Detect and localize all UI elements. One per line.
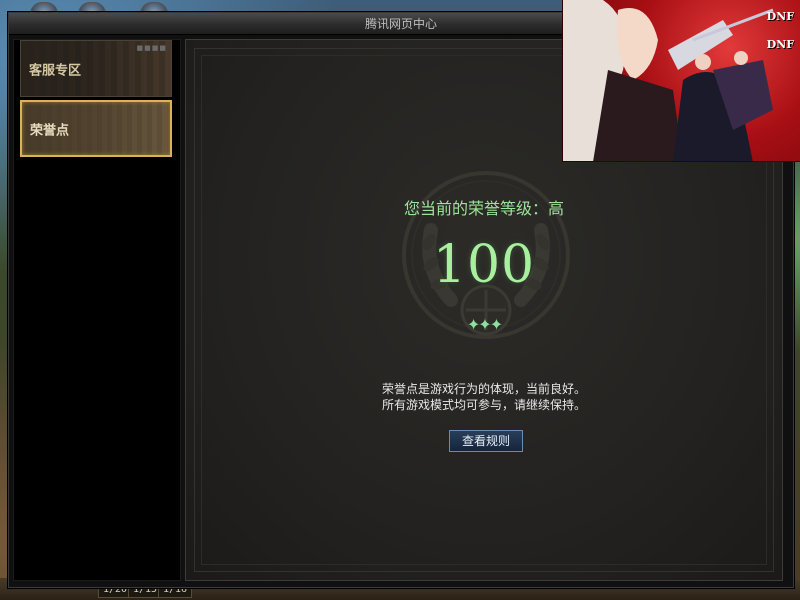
honor-level-title: 您当前的荣誉等级：高 — [403, 199, 564, 218]
sidebar-item-label: 客服专区 — [29, 63, 82, 78]
game-logo: DNF — [766, 10, 794, 23]
honor-description-line1: 荣誉点是游戏行为的体现，当前良好。 — [381, 382, 586, 396]
honor-score: 100 — [432, 235, 536, 295]
sidebar-item-label: 荣誉点 — [30, 123, 70, 138]
sparkle-icon: ✦✦✦ — [466, 315, 503, 334]
character-art-image — [563, 0, 774, 161]
decorative-dots: ■■■■ — [136, 44, 167, 52]
sidebar-item-customer-service[interactable]: ■■■■ 客服专区 — [20, 40, 172, 97]
game-logo: DNF — [766, 38, 794, 51]
sidebar: ■■■■ 客服专区 荣誉点 — [13, 39, 181, 581]
game-promo-banner[interactable]: DNF DNF — [562, 0, 800, 162]
sidebar-item-honor[interactable]: 荣誉点 — [20, 100, 172, 157]
view-rules-button[interactable]: 查看规则 — [449, 430, 523, 452]
honor-description-line2: 所有游戏模式均可参与，请继续保持。 — [381, 398, 586, 412]
